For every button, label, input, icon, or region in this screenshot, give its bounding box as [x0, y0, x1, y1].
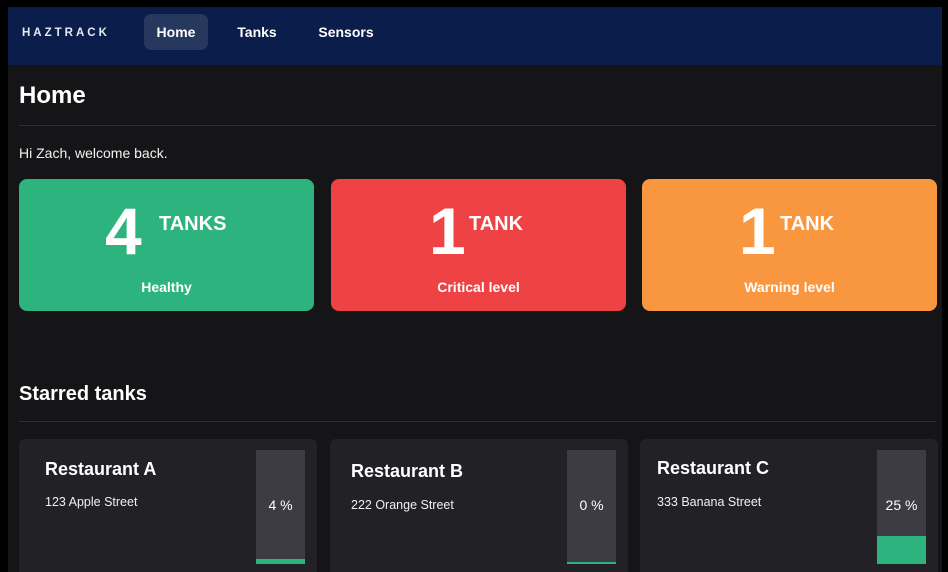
stat-label: Healthy — [141, 279, 192, 295]
tank-level-fill — [877, 535, 926, 564]
app-window: HAZTRACK Home Tanks Sensors Home Hi Zach… — [8, 7, 942, 572]
tank-address: 222 Orange Street — [351, 498, 454, 512]
tank-level-text: 4 % — [268, 497, 293, 513]
tank-address: 333 Banana Street — [657, 495, 762, 509]
stat-unit: TANK — [780, 213, 835, 235]
stat-label: Warning level — [744, 279, 835, 295]
tank-level-text: 25 % — [885, 497, 918, 513]
tank-level-fill — [567, 562, 616, 564]
stat-unit: TANKS — [159, 213, 227, 235]
welcome-message: Hi Zach, welcome back. — [19, 145, 168, 161]
tank-name: Restaurant C — [657, 458, 770, 478]
top-navbar: HAZTRACK Home Tanks Sensors — [8, 7, 942, 65]
nav-tanks[interactable]: Tanks — [226, 14, 288, 50]
stat-card-warning[interactable]: 1 TANK Warning level — [642, 179, 937, 311]
stat-card-healthy[interactable]: 4 TANKS Healthy — [19, 179, 314, 311]
tank-card[interactable]: Restaurant B 222 Orange Street 0 % — [330, 439, 628, 572]
tank-level-gauge: 25 % — [877, 450, 926, 564]
stat-count: 4 — [105, 194, 142, 268]
tank-name: Restaurant B — [351, 461, 464, 481]
tank-name: Restaurant A — [45, 459, 157, 479]
tank-card[interactable]: Restaurant A 123 Apple Street 4 % — [19, 439, 317, 572]
tank-level-text: 0 % — [579, 497, 604, 513]
tank-address: 123 Apple Street — [45, 495, 138, 509]
tank-level-fill — [256, 559, 305, 564]
starred-tanks-heading: Starred tanks — [19, 383, 147, 405]
title-divider — [19, 125, 936, 126]
tank-level-gauge: 4 % — [256, 450, 305, 564]
stat-count: 1 — [429, 194, 466, 268]
stat-count: 1 — [739, 194, 776, 268]
stat-unit: TANK — [469, 213, 524, 235]
stat-card-critical[interactable]: 1 TANK Critical level — [331, 179, 626, 311]
brand-logo[interactable]: HAZTRACK — [22, 27, 110, 39]
nav-home[interactable]: Home — [144, 14, 208, 50]
stat-label: Critical level — [437, 279, 520, 295]
tank-card[interactable]: Restaurant C 333 Banana Street 25 % — [640, 439, 938, 572]
nav-sensors[interactable]: Sensors — [308, 14, 384, 50]
tank-level-gauge: 0 % — [567, 450, 616, 564]
page-title: Home — [19, 82, 86, 109]
section-divider — [19, 421, 936, 422]
